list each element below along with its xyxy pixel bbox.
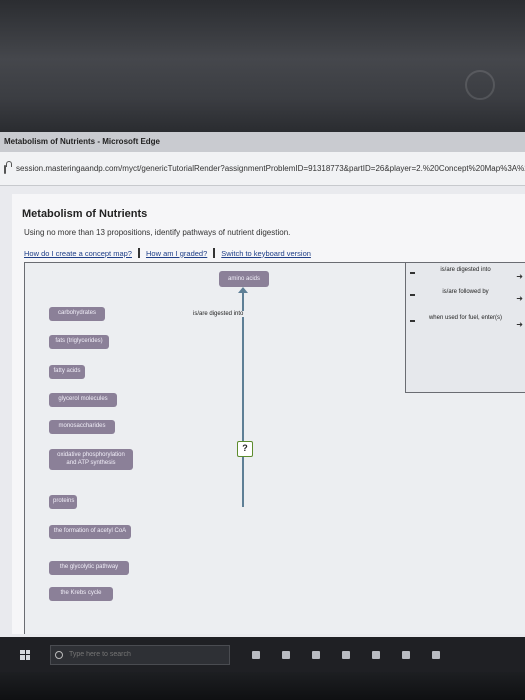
link-phrase-row[interactable]: is/are followed by ➜ <box>406 289 525 309</box>
link-phrase-panel: is/are digested into ➜ is/are followed b… <box>405 263 525 393</box>
windows-start-icon[interactable] <box>20 649 30 660</box>
link-phrase-row[interactable]: is/are digested into ➜ <box>406 267 525 287</box>
arrow-right-icon: ➜ <box>516 272 523 281</box>
task-view-icon[interactable] <box>282 650 290 659</box>
taskbar-search-input[interactable] <box>69 651 219 658</box>
arrow-right-icon: ➜ <box>516 294 523 303</box>
link-separator <box>137 248 140 258</box>
page-content: Metabolism of Nutrients Using no more th… <box>12 194 525 634</box>
address-bar[interactable]: session.masteringaandp.com/myct/genericT… <box>0 152 525 186</box>
microphone-icon[interactable] <box>252 650 260 659</box>
concept-carbohydrates[interactable]: carbohydrates <box>49 307 105 321</box>
empty-concept-target[interactable]: ? <box>237 441 253 457</box>
concept-glycolytic-pathway[interactable]: the glycolytic pathway <box>49 561 129 575</box>
map-link-label[interactable]: is/are digested into <box>191 311 246 317</box>
create-concept-map-link[interactable]: How do I create a concept map? <box>24 249 132 258</box>
concept-proteins[interactable]: proteins <box>49 495 77 509</box>
windows-taskbar <box>0 637 525 672</box>
concept-map-workspace[interactable]: carbohydrates fats (triglycerides) fatty… <box>24 262 525 634</box>
calculator-icon[interactable] <box>402 650 410 659</box>
light-glare <box>465 70 495 100</box>
url-text[interactable]: session.masteringaandp.com/myct/genericT… <box>16 164 525 173</box>
lock-icon <box>4 161 12 174</box>
link-phrase-text: when used for fuel, enter(s) <box>428 315 503 321</box>
mail-icon[interactable] <box>372 650 380 659</box>
file-explorer-icon[interactable] <box>312 650 320 659</box>
connector-line[interactable] <box>242 289 244 507</box>
minus-icon <box>410 294 415 296</box>
keyboard-version-link[interactable]: Switch to keyboard version <box>221 249 311 258</box>
app-icon[interactable] <box>432 650 440 659</box>
concept-krebs-cycle[interactable]: the Krebs cycle <box>49 587 113 601</box>
how-graded-link[interactable]: How am I graded? <box>146 249 207 258</box>
taskbar-search[interactable] <box>50 644 230 665</box>
concept-fats[interactable]: fats (triglycerides) <box>49 335 109 349</box>
concept-monosaccharides[interactable]: monosaccharides <box>49 420 115 434</box>
map-node-amino-acids[interactable]: amino acids <box>219 271 269 287</box>
search-icon <box>55 650 63 659</box>
link-phrase-text: is/are followed by <box>442 289 489 295</box>
monitor-bezel-bottom <box>0 672 525 700</box>
link-phrase-text: is/are digested into <box>440 267 491 273</box>
concept-fatty-acids[interactable]: fatty acids <box>49 365 85 379</box>
minus-icon <box>410 320 415 322</box>
concept-glycerol[interactable]: glycerol molecules <box>49 393 117 407</box>
help-links: How do I create a concept map? How am I … <box>24 248 311 258</box>
page-instructions: Using no more than 13 propositions, iden… <box>24 228 291 237</box>
link-separator <box>213 248 216 258</box>
arrow-right-icon: ➜ <box>516 320 523 329</box>
concept-oxidative-phosphorylation[interactable]: oxidative phosphorylation and ATP synthe… <box>49 449 133 470</box>
page-title: Metabolism of Nutrients <box>22 208 148 220</box>
store-icon[interactable] <box>342 650 350 659</box>
screen: Metabolism of Nutrients - Microsoft Edge… <box>0 132 525 672</box>
browser-title-bar: Metabolism of Nutrients - Microsoft Edge <box>0 132 525 152</box>
minus-icon <box>410 272 415 274</box>
monitor-bezel-top <box>0 0 525 132</box>
link-phrase-row[interactable]: when used for fuel, enter(s) ➜ <box>406 315 525 345</box>
concept-acetyl-coa[interactable]: the formation of acetyl CoA <box>49 525 131 539</box>
